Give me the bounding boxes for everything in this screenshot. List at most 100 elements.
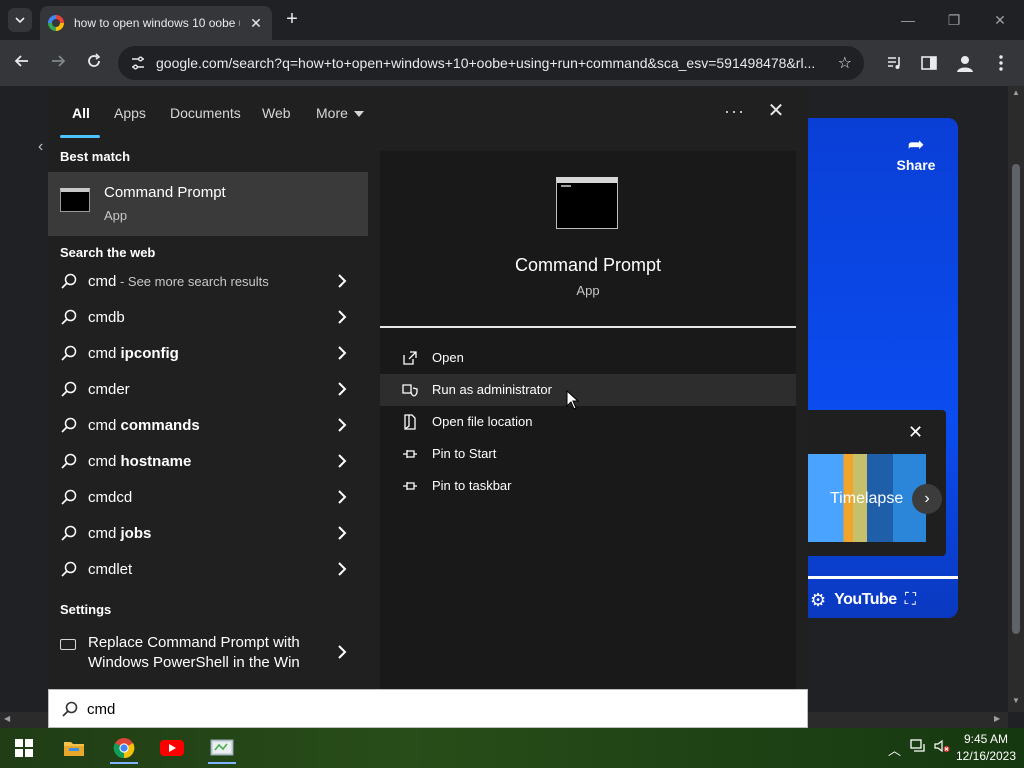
tab-search-button[interactable] — [8, 8, 32, 32]
web-result-row[interactable]: cmder — [48, 372, 368, 408]
web-result-row[interactable]: cmdlet — [48, 552, 368, 588]
media-controls-icon[interactable] — [884, 52, 906, 74]
tab-all[interactable]: All — [72, 105, 90, 121]
tab-apps[interactable]: Apps — [114, 105, 146, 121]
tab-documents[interactable]: Documents — [170, 105, 241, 121]
scroll-left-icon[interactable]: ◀ — [4, 714, 10, 723]
restore-button[interactable]: ❐ — [942, 8, 966, 32]
search-icon — [61, 309, 77, 325]
action-open-file-location[interactable]: Open file location — [380, 406, 796, 438]
action-open-label: Open — [432, 350, 464, 365]
action-open-file-location-label: Open file location — [432, 414, 533, 429]
search-filter-tabs: All Apps Documents Web More ··· ✕ — [48, 87, 808, 139]
search-icon — [61, 561, 77, 577]
taskbar-search-box[interactable] — [48, 689, 808, 728]
chevron-right-icon — [338, 310, 347, 324]
web-result-row[interactable]: cmd hostname — [48, 444, 368, 480]
tab-web[interactable]: Web — [262, 105, 291, 121]
arrow-left-icon — [14, 55, 28, 67]
fullscreen-icon[interactable]: ⛶ — [905, 591, 916, 609]
web-result-row[interactable]: cmdb — [48, 300, 368, 336]
settings-result-text: Replace Command Prompt with Windows Powe… — [88, 634, 300, 671]
tray-expand-icon[interactable]: ︿ — [888, 740, 901, 759]
start-search-panel: All Apps Documents Web More ··· ✕ Best m… — [48, 87, 808, 689]
web-result-text: cmdb — [88, 309, 125, 326]
site-info-icon[interactable] — [130, 55, 146, 71]
web-result-prefix: cmd — [88, 345, 121, 362]
new-tab-button[interactable]: + — [282, 9, 302, 30]
web-result-prefix: cmdlet — [88, 561, 133, 578]
clock-date: 12/16/2023 — [955, 749, 1017, 763]
search-icon — [61, 489, 77, 505]
windows-start-button[interactable] — [6, 732, 42, 764]
taskbar-youtube[interactable] — [154, 732, 190, 764]
chrome-menu-icon[interactable] — [990, 52, 1012, 74]
chevron-left-icon[interactable]: ‹ — [38, 138, 43, 156]
forward-button[interactable] — [46, 51, 70, 75]
search-icon — [62, 701, 78, 717]
close-icon[interactable]: ✕ — [764, 99, 788, 123]
youtube-logo[interactable]: YouTube — [834, 591, 897, 609]
action-pin-to-start[interactable]: Pin to Start — [380, 438, 796, 470]
network-icon[interactable] — [910, 739, 926, 756]
web-result-row[interactable]: cmd jobs — [48, 516, 368, 552]
scroll-down-icon[interactable]: ▼ — [1012, 696, 1020, 705]
gear-icon[interactable]: ⚙ — [810, 590, 826, 611]
video-player[interactable]: ➦ Share ✕ Timelapse › ⚙ YouTube ⛶ — [808, 118, 958, 618]
preview-app-type: App — [576, 283, 600, 298]
best-match-result[interactable]: Command Prompt App — [48, 172, 368, 236]
taskbar-control-panel[interactable] — [204, 732, 240, 764]
google-favicon-icon — [48, 15, 64, 31]
web-result-row[interactable]: cmd ipconfig — [48, 336, 368, 372]
taskbar-file-explorer[interactable] — [56, 732, 92, 764]
scroll-thumb[interactable] — [1012, 164, 1020, 634]
folder-icon — [64, 742, 84, 756]
address-bar[interactable]: google.com/search?q=how+to+open+windows+… — [118, 46, 864, 80]
share-button[interactable]: ➦ Share — [894, 132, 938, 173]
command-prompt-large-icon — [556, 177, 618, 229]
command-prompt-icon — [60, 188, 90, 212]
chevron-right-icon — [338, 645, 347, 659]
web-result-row[interactable]: cmdcd — [48, 480, 368, 516]
open-icon — [403, 351, 417, 365]
card-close-icon[interactable]: ✕ — [908, 422, 923, 443]
video-progress-bar[interactable] — [808, 576, 958, 579]
reload-button[interactable] — [82, 51, 106, 75]
profile-avatar-icon[interactable] — [954, 52, 976, 74]
close-window-button[interactable]: ✕ — [988, 8, 1012, 32]
search-icon — [61, 381, 77, 397]
action-pin-to-taskbar[interactable]: Pin to taskbar — [380, 470, 796, 502]
bookmark-star-icon[interactable]: ☆ — [838, 53, 852, 73]
minimize-button[interactable]: — — [896, 8, 920, 32]
youtube-icon — [160, 740, 184, 756]
tab-more[interactable]: More — [316, 105, 364, 121]
next-thumbnail-button[interactable]: › — [912, 484, 942, 514]
browser-tab-strip: how to open windows 10 oobe using run co… — [0, 0, 1024, 40]
scroll-up-icon[interactable]: ▲ — [1012, 88, 1020, 97]
web-result-row[interactable]: cmd commands — [48, 408, 368, 444]
vertical-scrollbar[interactable]: ▲ ▼ — [1008, 86, 1024, 712]
volume-muted-icon[interactable] — [934, 739, 950, 756]
action-open[interactable]: Open — [380, 342, 796, 374]
back-button[interactable] — [10, 51, 34, 75]
settings-result[interactable]: Replace Command Prompt with Windows Powe… — [48, 627, 368, 677]
more-options-icon[interactable]: ··· — [724, 101, 745, 122]
web-result-text: cmd hostname — [88, 453, 191, 470]
tab-close-button[interactable]: ✕ — [248, 15, 264, 31]
web-result-row[interactable]: cmd - See more search results — [48, 264, 368, 300]
side-panel-icon[interactable] — [918, 52, 940, 74]
taskbar-clock[interactable]: 9:45 AM 12/16/2023 — [952, 731, 1020, 765]
search-icon — [61, 417, 77, 433]
settings-app-icon — [60, 639, 76, 650]
web-result-prefix: cmd — [88, 417, 121, 434]
browser-tab[interactable]: how to open windows 10 oobe using run co… — [40, 6, 272, 40]
scroll-right-icon[interactable]: ▶ — [994, 714, 1000, 723]
preview-divider — [380, 326, 796, 328]
mouse-cursor-icon — [566, 390, 580, 410]
settings-heading: Settings — [60, 602, 112, 617]
card-video-title: Timelapse — [830, 490, 904, 507]
taskbar-chrome[interactable] — [106, 732, 142, 764]
search-input[interactable] — [87, 698, 787, 720]
action-run-as-administrator[interactable]: Run as administrator — [380, 374, 796, 406]
preview-app-name: Command Prompt — [514, 255, 662, 275]
